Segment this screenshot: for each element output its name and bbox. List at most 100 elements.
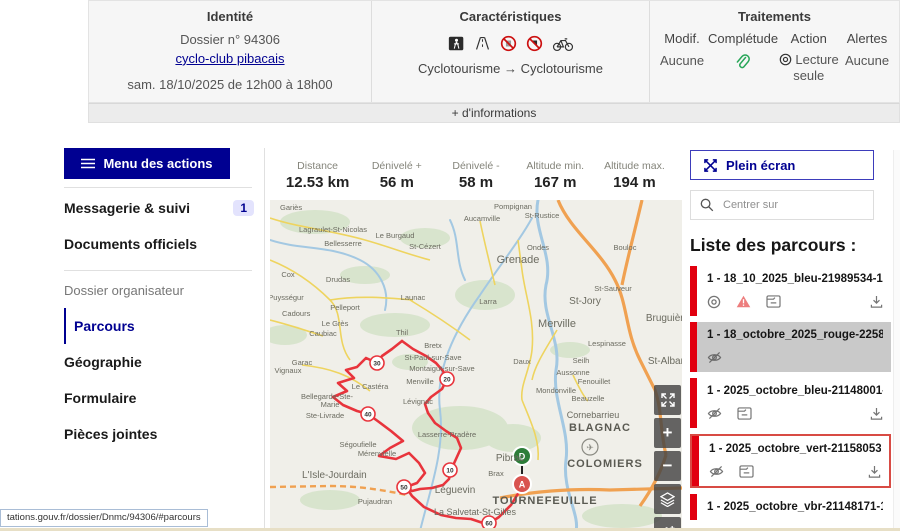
arrow-right-icon: → [504,61,517,76]
map-place-label: Ségoufielle [339,440,376,449]
identite-title: Identité [89,9,371,24]
folder-icon[interactable] [766,295,781,308]
fullscreen-button[interactable]: Plein écran [690,150,874,180]
hidden-icon[interactable] [707,351,722,364]
identite-section: Identité Dossier n° 94306 cyclo-club pib… [89,1,371,102]
sidebar-item-messagerie[interactable]: Messagerie & suivi 1 [64,190,264,226]
sidebar-item-dossier-organisateur[interactable]: Dossier organisateur [64,273,264,308]
fullscreen-label: Plein écran [726,158,795,173]
layers-icon [660,492,675,507]
map-place-label: Beauzelle [572,394,605,403]
map-layers-button[interactable] [654,484,681,514]
map-place-label: Aussonne [556,368,589,377]
caracteristiques-title: Caractéristiques [372,9,649,24]
target-icon [779,53,792,66]
sidebar-item-geographie[interactable]: Géographie [64,344,264,380]
parcours-title: 1 - 2025_octobre_vert-21158053-1... [709,443,881,455]
map-place-label: Pelleport [330,303,361,312]
folder-icon[interactable] [737,407,752,420]
map-place-label: Cadours [282,309,311,318]
sidebar-item-label: Parcours [74,318,135,334]
completude-column: Complétude [708,31,777,83]
action-text: Lecture seule [793,52,839,83]
stat-altitude-min: Altitude min. 167 m [516,160,595,191]
action-column: Action Lecture seule [777,31,842,83]
stat-label: Altitude max. [595,160,674,172]
map-zoom-out-button[interactable]: − [654,451,681,481]
map-place-label: L'Isle-Jourdain [302,470,367,481]
parcours-title: 1 - 18_octobre_2025_rouge-22588... [707,329,883,341]
sidebar-item-documents-officiels[interactable]: Documents officiels [64,226,264,262]
map-place-label: Puysségur [270,293,304,302]
stat-denivele-plus: Dénivelé + 56 m [357,160,436,191]
search-icon [700,198,714,212]
no-entry-2-icon [526,35,543,52]
parcours-item-5[interactable]: 1 - 2025_octobre_vbr-21148171-17... [690,494,891,520]
organizer-link[interactable]: cyclo-club pibacais [175,51,284,66]
parcours-item-2[interactable]: 1 - 18_octobre_2025_rouge-22588... [690,322,891,372]
map-place-label: Lespinasse [588,339,626,348]
event-type: Cyclotourisme → Cyclotourisme [372,61,649,76]
map-place-label: Larra [479,297,497,306]
menu-des-actions-button[interactable]: Menu des actions [64,148,230,179]
map-place-label: Grenade [497,254,540,266]
sidebar-item-parcours[interactable]: Parcours [64,308,264,344]
route-stats-bar: Distance 12.53 km Dénivelé + 56 m Dénive… [270,150,682,200]
stat-label: Dénivelé + [357,160,436,172]
map-zoom-in-button[interactable]: + [654,418,681,448]
warning-icon[interactable] [736,295,751,308]
parcours-item-3[interactable]: 1 - 2025_octobre_bleu-21148001-1... [690,378,891,428]
map-green-area [300,490,360,510]
sidebar-item-pieces-jointes[interactable]: Pièces jointes [64,416,264,452]
hamburger-menu-icon [81,158,95,169]
more-info-bar[interactable]: + d'informations [88,103,900,123]
map-place-label: St-Paul-sur-Save [404,353,461,362]
download-icon[interactable] [870,295,883,309]
hidden-icon[interactable] [707,407,722,420]
parcours-list: 1 - 18_10_2025_bleu-21989534-175... 1 - … [690,266,891,520]
hidden-icon[interactable] [709,465,724,478]
sidebar-item-formulaire[interactable]: Formulaire [64,380,264,416]
scrollbar[interactable] [893,150,900,531]
action-label: Action [777,31,842,46]
map-place-label: Lasserre-Pradère [418,430,476,439]
map-place-label: Pujaudran [358,497,392,506]
plus-icon: + [663,423,673,443]
download-icon[interactable] [870,407,883,421]
sidebar-item-label: Formulaire [64,390,136,406]
stat-altitude-max: Altitude max. 194 m [595,160,674,191]
sidebar-menu: Messagerie & suivi 1 Documents officiels [62,188,264,262]
pedestrian-icon [448,35,465,52]
minus-icon: − [663,456,673,476]
parcours-item-actions [709,464,881,479]
sidebar-item-label: Messagerie & suivi [64,200,190,216]
stat-label: Dénivelé - [436,160,515,172]
completude-label: Complétude [708,31,777,46]
map-place-label: Fenouillet [578,377,611,386]
map-place-label: St-Jory [569,296,601,307]
parcours-item-4[interactable]: 1 - 2025_octobre_vert-21158053-1... [690,434,891,488]
map-place-label: St-Cézert [409,242,442,251]
stat-distance: Distance 12.53 km [278,160,357,191]
download-icon[interactable] [868,465,881,479]
center-on-input[interactable] [721,198,864,212]
parcours-item-1[interactable]: 1 - 18_10_2025_bleu-21989534-175... [690,266,891,316]
map-place-label: Le Castéra [352,382,390,391]
folder-icon[interactable] [739,465,754,478]
map-place-label: Le Grès [322,319,349,328]
visible-icon[interactable] [707,295,721,309]
route-map[interactable]: ✈302040105060DAGarièsPompignanSt-Rustice… [270,200,682,531]
map-expand-button[interactable] [654,385,681,415]
alertes-label: Alertes [841,31,893,46]
map-place-label: Cox [281,270,295,279]
stat-value: 56 m [357,174,436,191]
map-place-label: Bruguières [646,313,682,324]
action-value: Lecture seule [777,52,842,83]
map-place-label: Pibrac [496,453,524,464]
parcours-panel: Plein écran Liste des parcours : 1 - 18_… [690,150,891,526]
dossier-number: Dossier n° 94306 [89,31,371,50]
parcours-item-actions [707,350,883,365]
airport-icon: ✈ [586,443,594,453]
modif-column: Modif. Aucune [656,31,708,83]
traitements-columns: Modif. Aucune Complétude Action Lec [650,31,899,83]
